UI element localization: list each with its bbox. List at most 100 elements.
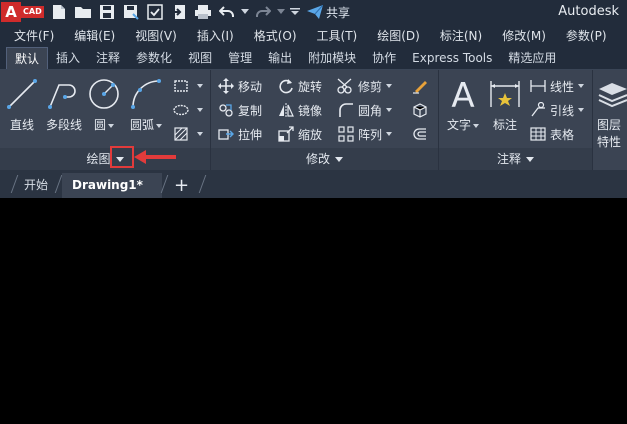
app-logo-tag: CAD: [21, 6, 44, 18]
tab-parametric[interactable]: 参数化: [128, 47, 180, 69]
tab-collaborate[interactable]: 协作: [364, 47, 404, 69]
offset-button[interactable]: [411, 124, 432, 144]
move-button[interactable]: 移动: [217, 76, 262, 96]
leader-button[interactable]: 引线: [529, 100, 585, 120]
hatch-tool[interactable]: [172, 100, 203, 120]
arc-button[interactable]: 圆弧: [128, 76, 164, 133]
tab-express-tools[interactable]: Express Tools: [404, 47, 500, 69]
tab-annotate[interactable]: 注释: [88, 47, 128, 69]
drawing-tab-label: Drawing1*: [72, 178, 143, 192]
trim-button[interactable]: 修剪: [337, 76, 393, 96]
array-icon: [337, 125, 355, 143]
scale-label: 缩放: [298, 127, 323, 142]
undo-dropdown-icon[interactable]: [241, 2, 249, 22]
tab-output[interactable]: 输出: [260, 47, 300, 69]
arc-label: 圆弧: [128, 116, 164, 133]
boundary-tool[interactable]: [172, 124, 203, 144]
save-as-icon[interactable]: [121, 2, 141, 22]
ellipse-icon: [172, 101, 190, 119]
table-label: 表格: [550, 127, 575, 142]
tab-featured-apps[interactable]: 精选应用: [500, 47, 564, 69]
array-button[interactable]: 阵列: [337, 124, 393, 144]
modify-panel-title[interactable]: 修改: [211, 148, 438, 170]
drawing-tab[interactable]: Drawing1* ×: [62, 173, 162, 217]
layer-properties-button[interactable]: 图层 特性: [597, 76, 627, 150]
rotate-button[interactable]: 旋转: [277, 76, 322, 96]
annotation-panel: A 文字 标注 线性 引线 表格 注释: [439, 70, 593, 170]
tab-manage[interactable]: 管理: [220, 47, 260, 69]
move-icon: [217, 77, 235, 95]
copy-icon: [217, 101, 235, 119]
save-icon[interactable]: [97, 2, 117, 22]
fillet-button[interactable]: 圆角: [337, 100, 393, 120]
text-icon: A: [445, 76, 481, 112]
quick-access-toolbar: [49, 2, 301, 22]
scale-button[interactable]: 缩放: [277, 124, 322, 144]
polyline-button[interactable]: 多段线: [42, 76, 86, 133]
dimension-icon: [487, 76, 523, 112]
undo-icon[interactable]: [217, 2, 237, 22]
annotation-panel-title-label: 注释: [496, 152, 521, 166]
box-3d-icon: [411, 101, 429, 119]
stretch-icon: [217, 125, 235, 143]
3d-box-button[interactable]: [411, 100, 432, 120]
import-icon[interactable]: [169, 2, 189, 22]
open-folder-icon[interactable]: [73, 2, 93, 22]
line-label: 直线: [9, 118, 34, 132]
share-button[interactable]: 共享: [307, 4, 350, 21]
annotation-panel-title[interactable]: 注释: [439, 148, 592, 170]
rectangle-tool[interactable]: [172, 76, 203, 96]
linear-dimension-button[interactable]: 线性: [529, 76, 585, 96]
modify-panel: 移动 旋转 修剪 复制 镜像 圆角 拉伸 缩放 阵列 修改: [211, 70, 439, 170]
text-button[interactable]: A 文字: [445, 76, 481, 133]
draw-panel-title-label: 绘图: [86, 152, 111, 166]
redo-dropdown-icon[interactable]: [277, 2, 285, 22]
app-logo[interactable]: A CAD: [1, 1, 44, 23]
copy-button[interactable]: 复制: [217, 100, 262, 120]
app-logo-letter: A: [1, 2, 21, 22]
tab-addins[interactable]: 附加模块: [300, 47, 364, 69]
menu-dimension[interactable]: 标注(N): [426, 27, 488, 44]
ribbon: 直线 多段线 圆 圆弧 绘图 移动 旋转 修剪 复制 镜像 圆角 拉伸 缩放 阵…: [0, 70, 627, 170]
tab-home[interactable]: 默认: [6, 47, 49, 69]
dimension-button[interactable]: 标注: [487, 76, 523, 133]
line-button[interactable]: 直线: [4, 76, 40, 133]
redo-icon[interactable]: [253, 2, 273, 22]
array-label: 阵列: [358, 127, 383, 142]
modify-panel-title-label: 修改: [305, 152, 330, 166]
start-tab[interactable]: 开始: [24, 173, 48, 198]
menu-edit[interactable]: 编辑(E): [60, 27, 121, 44]
menu-bar: 文件(F) 编辑(E) 视图(V) 插入(I) 格式(O) 工具(T) 绘图(D…: [0, 24, 627, 46]
tab-view[interactable]: 视图: [180, 47, 220, 69]
plot-printer-icon[interactable]: [193, 2, 213, 22]
new-tab-plus-icon[interactable]: +: [174, 173, 189, 198]
stretch-button[interactable]: 拉伸: [217, 124, 262, 144]
menu-format[interactable]: 格式(O): [240, 27, 303, 44]
menu-modify[interactable]: 修改(M): [488, 27, 552, 44]
scale-icon: [277, 125, 295, 143]
mirror-button[interactable]: 镜像: [277, 100, 322, 120]
erase-button[interactable]: [411, 76, 432, 96]
menu-file[interactable]: 文件(F): [0, 27, 60, 44]
web-mobile-icon[interactable]: [145, 2, 165, 22]
menu-parametric[interactable]: 参数(P): [552, 27, 613, 44]
move-label: 移动: [238, 79, 263, 94]
annotation-panel-expand-icon[interactable]: [526, 157, 534, 162]
menu-draw[interactable]: 绘图(D): [363, 27, 426, 44]
new-file-icon[interactable]: [49, 2, 69, 22]
share-label: 共享: [326, 5, 351, 20]
menu-tools[interactable]: 工具(T): [303, 27, 364, 44]
modify-panel-expand-icon[interactable]: [335, 157, 343, 162]
menu-view[interactable]: 视图(V): [121, 27, 183, 44]
menu-insert[interactable]: 插入(I): [183, 27, 240, 44]
paper-plane-icon: [307, 5, 323, 19]
layer-label-2: 特性: [597, 135, 622, 149]
dimension-label: 标注: [492, 118, 517, 132]
customize-toolbar-icon[interactable]: [289, 2, 301, 22]
table-button[interactable]: 表格: [529, 124, 574, 144]
circle-button[interactable]: 圆: [86, 76, 122, 133]
title-bar: A CAD 共享 Autodesk: [0, 0, 627, 24]
tab-insert[interactable]: 插入: [48, 47, 88, 69]
draw-panel-title[interactable]: 绘图: [0, 148, 210, 170]
drawing-canvas[interactable]: [0, 198, 627, 424]
